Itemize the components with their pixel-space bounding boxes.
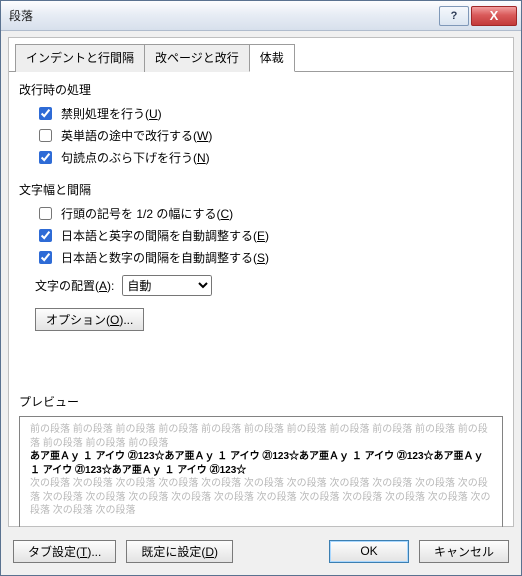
ok-button[interactable]: OK [329, 540, 409, 563]
jp-num-spacing-label[interactable]: 日本語と数字の間隔を自動調整する(S) [61, 249, 269, 266]
wordbreak-checkbox[interactable] [39, 129, 52, 142]
halfwidth-row: 行頭の記号を 1/2 の幅にする(C) [35, 204, 505, 223]
window-title: 段落 [9, 7, 439, 24]
preview-group: プレビュー 前の段落 前の段落 前の段落 前の段落 前の段落 前の段落 前の段落… [17, 393, 505, 536]
tab-strip: インデントと行間隔 改ページと改行 体裁 [9, 37, 513, 72]
cancel-button[interactable]: キャンセル [419, 540, 509, 563]
set-default-button[interactable]: 既定に設定(D) [126, 540, 233, 563]
char-align-row: 文字の配置(A): 自動 [35, 275, 505, 296]
jp-num-spacing-checkbox[interactable] [39, 251, 52, 264]
jp-num-spacing-row: 日本語と数字の間隔を自動調整する(S) [35, 248, 505, 267]
help-icon: ? [451, 10, 458, 22]
kinsoku-row: 禁則処理を行う(U) [35, 104, 505, 123]
close-icon: X [490, 8, 499, 23]
halfwidth-checkbox[interactable] [39, 207, 52, 220]
tab-style[interactable]: 体裁 [249, 44, 295, 72]
preview-next-para: 次の段落 次の段落 次の段落 次の段落 次の段落 次の段落 次の段落 次の段落 … [30, 477, 492, 518]
jp-en-spacing-checkbox[interactable] [39, 229, 52, 242]
titlebar-buttons: ? X [439, 6, 517, 26]
tab-indent[interactable]: インデントと行間隔 [15, 44, 145, 72]
close-button[interactable]: X [471, 6, 517, 26]
paragraph-dialog: 段落 ? X インデントと行間隔 改ページと改行 体裁 改行時の処理 禁則処理を… [0, 0, 522, 576]
client-area: インデントと行間隔 改ページと改行 体裁 改行時の処理 禁則処理を行う(U) 英… [8, 37, 514, 527]
kinsoku-label[interactable]: 禁則処理を行う(U) [61, 105, 162, 122]
tabs-button[interactable]: タブ設定(T)... [13, 540, 116, 563]
jp-en-spacing-label[interactable]: 日本語と英字の間隔を自動調整する(E) [61, 227, 269, 244]
titlebar: 段落 ? X [1, 1, 521, 31]
kinsoku-checkbox[interactable] [39, 107, 52, 120]
spacing-group-label: 文字幅と間隔 [19, 181, 505, 198]
dialog-footer: タブ設定(T)... 既定に設定(D) OK キャンセル [1, 527, 521, 575]
jp-en-spacing-row: 日本語と英字の間隔を自動調整する(E) [35, 226, 505, 245]
wordbreak-label[interactable]: 英単語の途中で改行する(W) [61, 127, 212, 144]
linebreak-group-label: 改行時の処理 [19, 81, 505, 98]
tab-pagebreak[interactable]: 改ページと改行 [144, 44, 250, 72]
preview-label: プレビュー [19, 393, 505, 410]
hanging-label[interactable]: 句読点のぶら下げを行う(N) [61, 149, 210, 166]
preview-box: 前の段落 前の段落 前の段落 前の段落 前の段落 前の段落 前の段落 前の段落 … [19, 416, 503, 536]
options-button[interactable]: オプション(O)... [35, 308, 144, 331]
char-align-select[interactable]: 自動 [122, 275, 212, 296]
hanging-checkbox[interactable] [39, 151, 52, 164]
preview-sample: あア亜Ａｙ １ アイウ ㉑123☆あア亜Ａｙ １ アイウ ㉑123☆あア亜Ａｙ … [30, 450, 492, 477]
halfwidth-label[interactable]: 行頭の記号を 1/2 の幅にする(C) [61, 205, 233, 222]
hanging-row: 句読点のぶら下げを行う(N) [35, 148, 505, 167]
wordbreak-row: 英単語の途中で改行する(W) [35, 126, 505, 145]
preview-prev-para: 前の段落 前の段落 前の段落 前の段落 前の段落 前の段落 前の段落 前の段落 … [30, 423, 492, 450]
char-align-label: 文字の配置(A): [35, 277, 114, 294]
help-button[interactable]: ? [439, 6, 469, 26]
